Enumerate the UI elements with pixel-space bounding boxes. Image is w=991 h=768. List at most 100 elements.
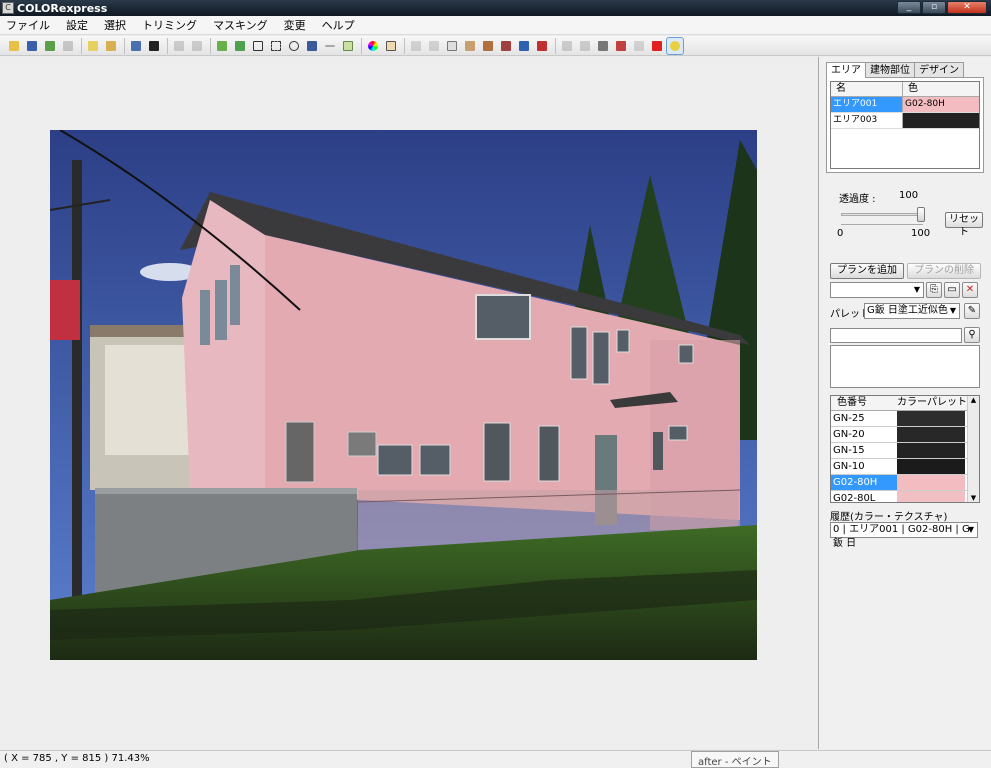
toolbar-separator bbox=[81, 37, 82, 54]
texture-icon[interactable] bbox=[480, 38, 496, 54]
transparency-slider-track[interactable] bbox=[841, 213, 923, 216]
toolbar-separator bbox=[361, 37, 362, 54]
menu-file[interactable]: ファイル bbox=[0, 17, 56, 33]
house-photo[interactable] bbox=[50, 130, 757, 660]
slider-max-label: 100 bbox=[911, 228, 931, 239]
color-palette-header: カラーパレット bbox=[897, 397, 967, 408]
transparency-slider-thumb[interactable] bbox=[917, 207, 925, 222]
area-tab-body: 名 色 エリア001 G02-80H エリア003 bbox=[826, 77, 984, 173]
ellipse-select-icon[interactable] bbox=[286, 38, 302, 54]
home-icon[interactable] bbox=[559, 38, 575, 54]
palette-color-swatch bbox=[897, 411, 965, 426]
palette-color-code: GN-10 bbox=[833, 461, 865, 472]
open-folder-icon[interactable] bbox=[6, 38, 22, 54]
menu-select[interactable]: 選択 bbox=[98, 17, 132, 33]
chevron-down-icon: ▼ bbox=[967, 525, 975, 534]
area-table: 名 色 エリア001 G02-80H エリア003 bbox=[830, 81, 980, 169]
brush-tool-icon[interactable] bbox=[232, 38, 248, 54]
palette-edit-icon[interactable]: ✎ bbox=[964, 303, 980, 319]
toolbar bbox=[0, 36, 991, 56]
canvas-area[interactable] bbox=[0, 57, 818, 749]
polygon-lasso-icon[interactable] bbox=[250, 38, 266, 54]
history-select[interactable]: 0 | エリア001 | G02-80H | G鈑 日 ▼ bbox=[830, 522, 978, 549]
layer-icon[interactable] bbox=[462, 38, 478, 54]
rectangle-select-icon[interactable] bbox=[268, 38, 284, 54]
delete-plan-icon[interactable]: ✕ bbox=[962, 282, 978, 298]
menu-bar: ファイル 設定 選択 トリミング マスキング 変更 ヘルプ bbox=[0, 16, 991, 35]
palette-select-value: G鈑 日塗工近似色 bbox=[867, 305, 948, 316]
coordinate-readout: ( X = 785 , Y = 815 ) 71.43% bbox=[4, 753, 150, 764]
color-wheel-icon[interactable] bbox=[365, 38, 381, 54]
palette-row[interactable]: G02-80L bbox=[831, 491, 979, 502]
copy-icon[interactable] bbox=[85, 38, 101, 54]
export-icon[interactable] bbox=[128, 38, 144, 54]
area-name-cell: エリア001 bbox=[831, 97, 903, 112]
dropper-icon[interactable] bbox=[516, 38, 532, 54]
hand-icon[interactable] bbox=[383, 38, 399, 54]
undo-icon[interactable] bbox=[631, 38, 647, 54]
palette-row[interactable]: GN-10 bbox=[831, 459, 979, 475]
palette-color-swatch bbox=[897, 475, 965, 490]
attach-icon[interactable] bbox=[595, 38, 611, 54]
status-bar: ( X = 785 , Y = 815 ) 71.43% after - ペイン… bbox=[0, 750, 991, 768]
grid-icon[interactable] bbox=[340, 38, 356, 54]
menu-masking[interactable]: マスキング bbox=[207, 17, 274, 33]
stamp-icon[interactable] bbox=[498, 38, 514, 54]
delete-plan-button[interactable]: プランの削除 bbox=[907, 263, 981, 279]
palette-color-code: GN-25 bbox=[833, 413, 865, 424]
tab-area[interactable]: エリア bbox=[826, 62, 866, 78]
toolbar-separator bbox=[210, 37, 211, 54]
chevron-down-icon: ▼ bbox=[913, 285, 921, 294]
mask-icon[interactable] bbox=[426, 38, 442, 54]
paste-icon[interactable] bbox=[103, 38, 119, 54]
toolbar-separator bbox=[555, 37, 556, 54]
cut-icon[interactable] bbox=[613, 38, 629, 54]
bucket-icon[interactable] bbox=[304, 38, 320, 54]
page-icon[interactable] bbox=[444, 38, 460, 54]
reset-button[interactable]: リセット bbox=[945, 212, 983, 238]
palette-select[interactable]: G鈑 日塗工近似色 ▼ bbox=[864, 303, 960, 319]
palette-row[interactable]: G02-80H bbox=[831, 475, 979, 491]
network-icon[interactable] bbox=[577, 38, 593, 54]
film-icon[interactable] bbox=[146, 38, 162, 54]
tab-building-part[interactable]: 建物部位 bbox=[865, 62, 915, 77]
palette-row[interactable]: GN-20 bbox=[831, 427, 979, 443]
palette-color-swatch bbox=[897, 459, 965, 474]
edit-icon[interactable] bbox=[171, 38, 187, 54]
menu-settings[interactable]: 設定 bbox=[60, 17, 94, 33]
line-tool-icon[interactable] bbox=[322, 38, 338, 54]
table-row[interactable]: エリア001 G02-80H bbox=[831, 97, 979, 113]
save-icon[interactable] bbox=[24, 38, 40, 54]
copy-plan-icon[interactable]: ⎘ bbox=[926, 282, 942, 298]
add-plan-button[interactable]: プランを追加 bbox=[830, 263, 904, 279]
palette-scrollbar[interactable]: ▲ ▼ bbox=[967, 396, 979, 502]
face-icon[interactable] bbox=[666, 36, 684, 55]
maximize-button[interactable]: ▫ bbox=[922, 1, 946, 14]
plan-select[interactable]: ▼ bbox=[830, 282, 924, 298]
table-row[interactable]: エリア003 bbox=[831, 113, 979, 129]
save-as-icon[interactable] bbox=[60, 38, 76, 54]
binoculars-icon[interactable]: ⚲ bbox=[964, 327, 980, 343]
menu-help[interactable]: ヘルプ bbox=[316, 17, 361, 33]
close-window-button[interactable]: ✕ bbox=[947, 1, 987, 14]
print-icon[interactable] bbox=[189, 38, 205, 54]
menu-change[interactable]: 変更 bbox=[278, 17, 312, 33]
pen-tool-icon[interactable] bbox=[214, 38, 230, 54]
house-photo-image bbox=[50, 130, 757, 660]
area-name-header: 名 bbox=[831, 82, 903, 96]
palette-color-code: G02-80H bbox=[831, 475, 897, 490]
slider-ticks bbox=[841, 224, 923, 226]
palette-row[interactable]: GN-15 bbox=[831, 443, 979, 459]
menu-trimming[interactable]: トリミング bbox=[136, 17, 203, 33]
import-icon[interactable] bbox=[42, 38, 58, 54]
house-icon[interactable] bbox=[534, 38, 550, 54]
toolbar-separator bbox=[167, 37, 168, 54]
delete-icon[interactable] bbox=[649, 38, 665, 54]
search-input[interactable] bbox=[830, 328, 962, 343]
area-name-cell: エリア003 bbox=[831, 113, 903, 128]
palette-row[interactable]: GN-25 bbox=[831, 411, 979, 427]
save-plan-icon[interactable]: ▭ bbox=[944, 282, 960, 298]
minimize-button[interactable]: _ bbox=[897, 1, 921, 14]
tab-design[interactable]: デザイン bbox=[914, 62, 964, 77]
eraser-icon[interactable] bbox=[408, 38, 424, 54]
